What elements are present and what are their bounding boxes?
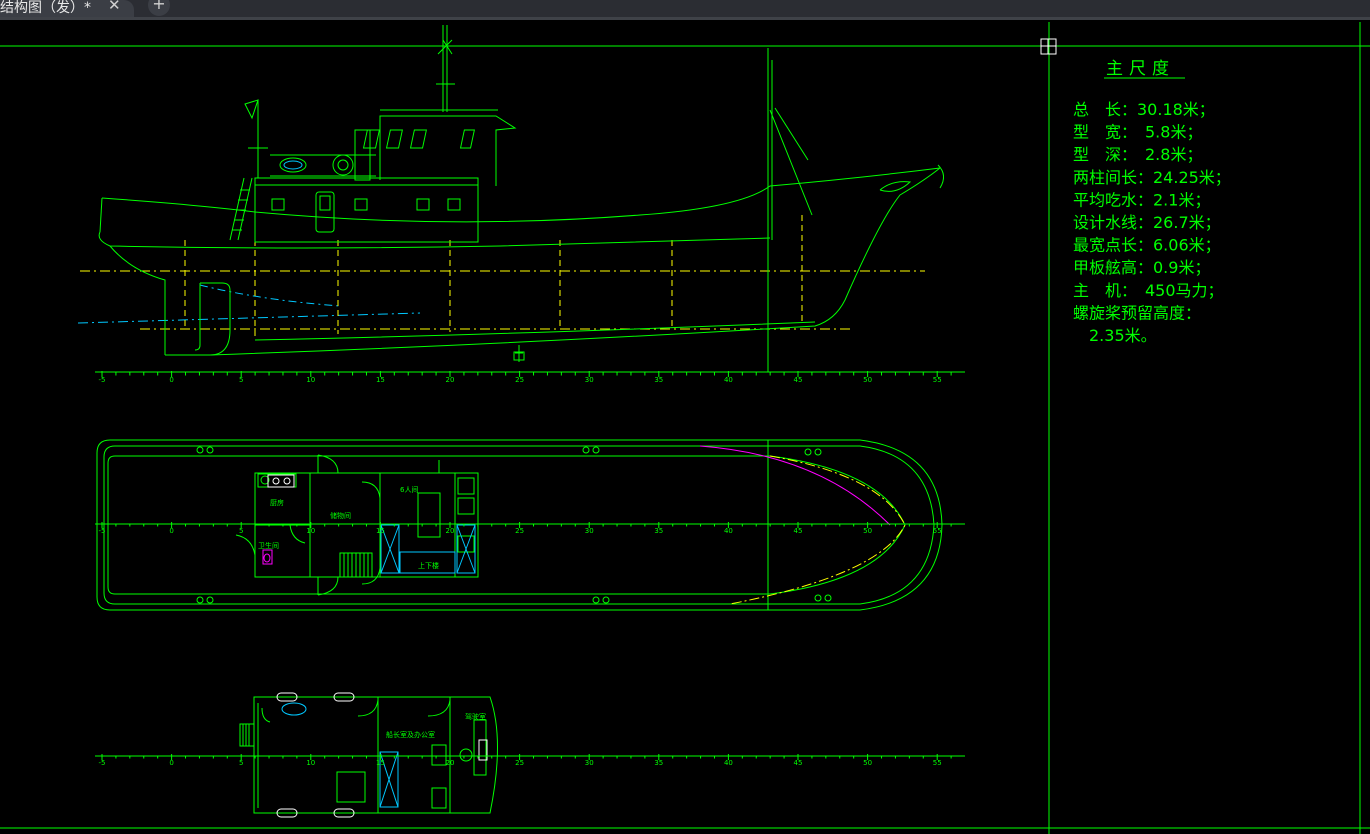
spec-line: 设计水线：26.7米； <box>1073 213 1221 232</box>
scale-label: 0 <box>169 376 173 384</box>
spec-line: 平均吃水：2.1米； <box>1073 190 1210 209</box>
scale-label: 55 <box>933 527 942 535</box>
scale-label: 40 <box>724 527 733 535</box>
scale-label: 45 <box>794 376 803 384</box>
scale-label: 10 <box>306 759 315 767</box>
scale-label: 45 <box>794 527 803 535</box>
drawing-tab[interactable]: 结构图（发）* ✕ <box>0 0 134 18</box>
wheelhouse-label: 驾驶室 <box>465 712 486 721</box>
scale-label: 40 <box>724 759 733 767</box>
scale-label: 5 <box>239 759 243 767</box>
scale-label: 35 <box>654 527 663 535</box>
spec-line: 主 机： 450马力； <box>1073 281 1224 300</box>
spec-line: 2.35米。 <box>1073 326 1157 345</box>
tab-bar: 结构图（发）* ✕ + <box>0 0 1370 20</box>
scale-label: 25 <box>515 759 524 767</box>
close-icon[interactable]: ✕ <box>108 0 121 14</box>
scale-label: 30 <box>585 759 594 767</box>
scale-label: 30 <box>585 376 594 384</box>
cad-drawing-canvas[interactable]: 主尺度 总 长：30.18米； 型 宽： 5.8米； 型 深： 2.8米； 两柱间长：… <box>0 20 1370 834</box>
scale-label: 40 <box>724 376 733 384</box>
scale-label: 35 <box>654 376 663 384</box>
upper-deck-plan: -5 0 5 10 15 20 25 30 35 40 45 50 55 船长室及办公室 驾驶室 <box>95 692 965 818</box>
scale-label: 35 <box>654 759 663 767</box>
scale-label: 25 <box>515 376 524 384</box>
scale-label: 5 <box>239 376 243 384</box>
spec-line: 甲板舷高：0.9米； <box>1073 258 1210 277</box>
scale-label: 15 <box>376 376 385 384</box>
crew-room-label: 6人间 <box>400 486 418 494</box>
scale-label: 55 <box>933 759 942 767</box>
drawing-frame <box>0 22 1370 834</box>
scale-label: 0 <box>169 527 173 535</box>
scale-label: -5 <box>99 376 106 384</box>
scale-label: 50 <box>863 376 872 384</box>
spec-heading: 主尺度 <box>1106 59 1175 79</box>
scale-label: 20 <box>446 376 455 384</box>
scale-label: 15 <box>376 759 385 767</box>
scale-label: 55 <box>933 376 942 384</box>
scale-label: 10 <box>306 376 315 384</box>
main-dimensions-table: 主尺度 总 长：30.18米； 型 宽： 5.8米； 型 深： 2.8米； 两柱间长：… <box>1073 59 1231 345</box>
new-tab-button[interactable]: + <box>148 0 170 16</box>
main-deck-plan: -5 0 5 10 15 20 25 30 35 40 45 50 55 厨房 储物间 卫生间 6人间 … <box>95 439 965 611</box>
store-label: 储物间 <box>330 511 351 520</box>
scale-label: 10 <box>306 527 315 535</box>
scale-label: -5 <box>99 527 106 535</box>
scale-label: 45 <box>794 759 803 767</box>
scale-label: 50 <box>863 759 872 767</box>
scale-label: 5 <box>239 527 243 535</box>
spec-line: 总 长：30.18米； <box>1073 100 1215 119</box>
scale-label: 30 <box>585 527 594 535</box>
galley-label: 厨房 <box>270 498 284 507</box>
toilet-label: 卫生间 <box>258 541 279 550</box>
spec-line: 两柱间长：24.25米； <box>1073 168 1231 187</box>
spec-line: 螺旋桨预留高度： <box>1073 303 1201 322</box>
scale-label: 0 <box>169 759 173 767</box>
scale-label: 20 <box>446 527 455 535</box>
scale-label: 25 <box>515 527 524 535</box>
spec-line: 型 深： 2.8米； <box>1073 145 1202 164</box>
spec-line: 型 宽： 5.8米； <box>1073 123 1202 142</box>
crosshair-cursor-icon <box>1040 38 1057 55</box>
scale-label: 50 <box>863 527 872 535</box>
spec-line: 最宽点长：6.06米； <box>1073 236 1221 255</box>
office-label: 船长室及办公室 <box>386 730 435 739</box>
stair-label: 上下楼 <box>418 561 439 570</box>
tab-title: 结构图（发）* <box>0 0 91 16</box>
scale-label: -5 <box>99 759 106 767</box>
side-elevation-view: -5 0 5 10 15 20 25 30 35 40 45 50 55 <box>77 25 965 384</box>
scale-label: 20 <box>446 759 455 767</box>
scale-label: 15 <box>376 527 385 535</box>
